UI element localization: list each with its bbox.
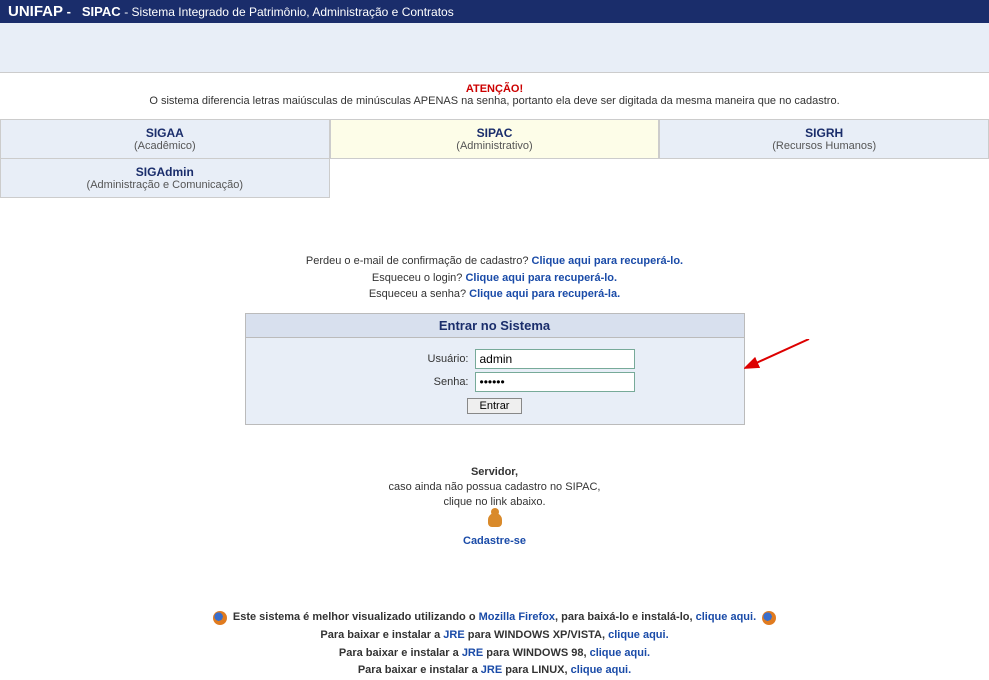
footer-ff-name[interactable]: Mozilla Firefox [479,611,555,623]
submit-button[interactable] [467,398,523,414]
tab-title: SIGAA [5,126,325,140]
footer-jre-xp-link[interactable]: clique aqui. [608,629,669,641]
tab-title: SIGRH [664,126,984,140]
tab-subtitle: (Administrativo) [335,140,655,152]
footer-jre-98-pre: Para baixar e instalar a [339,647,462,659]
footer-jre-link[interactable]: JRE [443,629,464,641]
tab-subtitle: (Recursos Humanos) [664,140,984,152]
footer-jre-98-mid: para WINDOWS 98, [483,647,589,659]
login-box: Entrar no Sistema Usuário: Senha: [245,313,745,425]
footer-jre-linux-mid: para LINUX, [502,664,570,676]
recover-block: Perdeu o e-mail de confirmação de cadast… [0,253,989,303]
login-form: Usuário: Senha: [246,338,744,424]
footer-jre-xp-mid: para WINDOWS XP/VISTA, [465,629,608,641]
attention-text: O sistema diferencia letras maiúsculas d… [30,95,959,107]
recover-email-link[interactable]: Clique aqui para recuperá-lo. [532,255,684,267]
arrow-icon [744,339,814,369]
signup-link[interactable]: Cadastre-se [463,535,526,547]
tab-sigadmin[interactable]: SIGAdmin (Administração e Comunicação) [0,159,330,198]
firefox-icon [762,611,776,625]
banner-area [0,23,989,73]
separator: - [67,4,71,19]
tab-subtitle: (Acadêmico) [5,140,325,152]
user-input[interactable] [475,349,635,369]
tabs-row-2: SIGAdmin (Administração e Comunicação) [0,159,989,198]
system-name: SIPAC [82,4,121,19]
attention-block: ATENÇÃO! O sistema diferencia letras mai… [0,73,989,119]
tab-sipac[interactable]: SIPAC (Administrativo) [330,119,660,159]
footer-ff-link[interactable]: clique aqui. [696,611,757,623]
signup-line1: caso ainda não possua cadastro no SIPAC, [0,480,989,495]
tab-title: SIGAdmin [5,165,325,179]
footer-block: Este sistema é melhor visualizado utiliz… [0,609,989,679]
footer-jre-link[interactable]: JRE [481,664,502,676]
signup-heading: Servidor, [0,465,989,480]
person-icon [488,513,502,527]
user-label: Usuário: [355,353,475,365]
footer-jre-linux-pre: Para baixar e instalar a [358,664,481,676]
firefox-icon [213,611,227,625]
brand: UNIFAP [8,3,63,20]
recover-login-text: Esqueceu o login? [372,272,466,284]
password-label: Senha: [355,376,475,388]
footer-ff-mid: , para baixá-lo e instalá-lo, [555,611,696,623]
header-bar: UNIFAP - SIPAC - Sistema Integrado de Pa… [0,0,989,23]
attention-title: ATENÇÃO! [30,83,959,95]
footer-jre-link[interactable]: JRE [462,647,483,659]
footer-jre-xp-pre: Para baixar e instalar a [320,629,443,641]
recover-password-link[interactable]: Clique aqui para recuperá-la. [469,288,620,300]
recover-email-text: Perdeu o e-mail de confirmação de cadast… [306,255,532,267]
footer-ff-pre: Este sistema é melhor visualizado utiliz… [233,611,479,623]
recover-login-link[interactable]: Clique aqui para recuperá-lo. [465,272,617,284]
tab-subtitle: (Administração e Comunicação) [5,179,325,191]
footer-jre-linux-link[interactable]: clique aqui. [571,664,632,676]
tab-title: SIPAC [335,126,655,140]
system-desc: - Sistema Integrado de Patrimônio, Admin… [124,5,454,19]
tabs-row-1: SIGAA (Acadêmico) SIPAC (Administrativo)… [0,119,989,159]
footer-jre-98-link[interactable]: clique aqui. [590,647,651,659]
login-title: Entrar no Sistema [246,314,744,338]
tab-sigaa[interactable]: SIGAA (Acadêmico) [0,119,330,159]
signup-block: Servidor, caso ainda não possua cadastro… [0,465,989,550]
recover-password-text: Esqueceu a senha? [369,288,469,300]
tab-sigrh[interactable]: SIGRH (Recursos Humanos) [659,119,989,159]
password-input[interactable] [475,372,635,392]
